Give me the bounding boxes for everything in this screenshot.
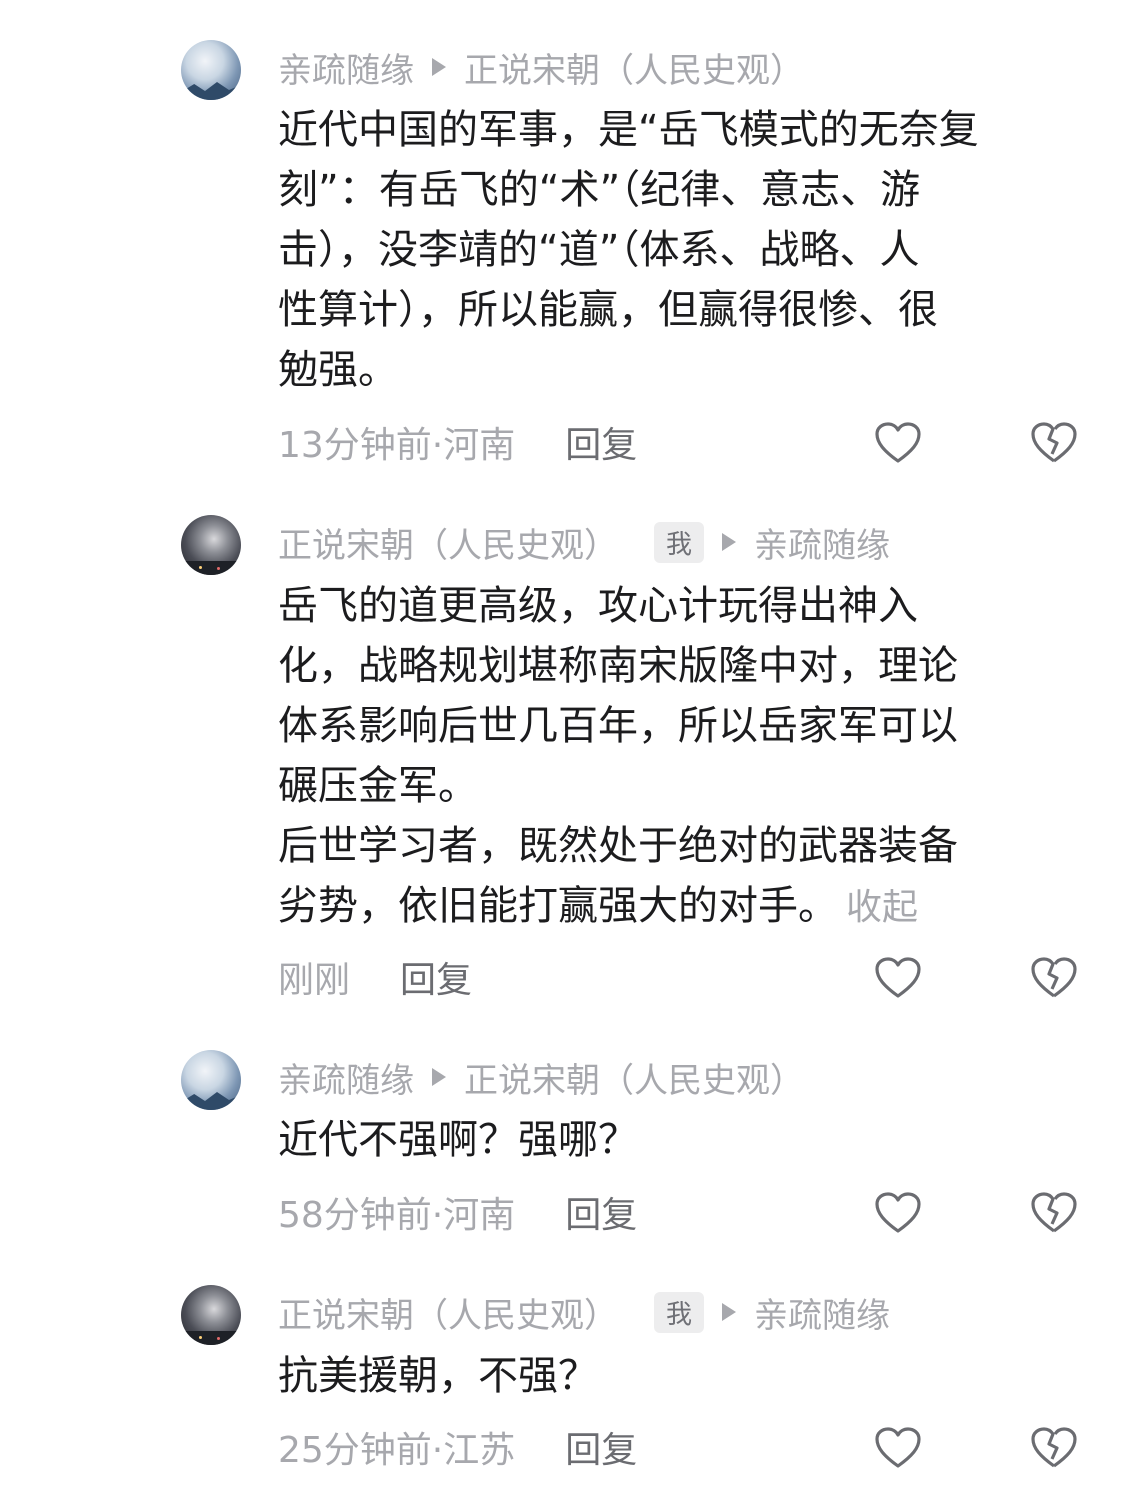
avatar[interactable] [181, 1285, 241, 1345]
comment-line: 近代中国的军事，是“岳飞模式的无奈复 [278, 107, 979, 153]
comment-line-last: 劣势，依旧能打赢强大的对手。 收起 [278, 876, 1078, 938]
comment-line: 性算计），所以能赢，但赢得很惨、很 [278, 287, 938, 333]
heart-outline-icon[interactable] [874, 1426, 922, 1470]
comment-line: 近代不强啊？强哪？ [278, 1117, 638, 1163]
comment-header: 亲疏随缘 正说宋朝（人民史观） [278, 42, 804, 92]
author-name[interactable]: 正说宋朝（人民史观） [278, 518, 618, 567]
heart-outline-icon[interactable] [874, 421, 922, 465]
reply-to-name[interactable]: 正说宋朝（人民史观） [464, 1053, 804, 1102]
reply-button[interactable]: 回复 [565, 416, 637, 468]
play-triangle-icon [722, 533, 737, 551]
reply-button[interactable]: 回复 [565, 1186, 637, 1238]
comment-line: 体系影响后世几百年，所以岳家军可以 [278, 703, 958, 749]
broken-heart-icon[interactable] [1030, 956, 1078, 1000]
time-location: 刚刚 [278, 960, 351, 1001]
reply-to-name[interactable]: 亲疏随缘 [754, 518, 890, 567]
comment-line: 劣势，依旧能打赢强大的对手。 [278, 883, 838, 929]
avatar[interactable] [181, 515, 241, 575]
reply-button[interactable]: 回复 [565, 1421, 637, 1473]
author-name[interactable]: 正说宋朝（人民史观） [278, 1288, 618, 1337]
comment-line: 碾压金军。 [278, 763, 478, 809]
comment-line: 抗美援朝，不强？ [278, 1353, 598, 1399]
comment-line: 刻”：有岳飞的“术”（纪律、意志、游 [278, 167, 921, 213]
broken-heart-icon[interactable] [1030, 1426, 1078, 1470]
comment-header: 正说宋朝（人民史观） 我 亲疏随缘 [278, 517, 890, 567]
play-triangle-icon [722, 1303, 737, 1321]
comment-meta: 刚刚 回复 [278, 952, 472, 1002]
time-location: 58分钟前·河南 [278, 1195, 516, 1236]
me-badge: 我 [654, 521, 705, 563]
broken-heart-icon[interactable] [1030, 1191, 1078, 1235]
reply-button[interactable]: 回复 [400, 951, 472, 1003]
comment-meta: 25分钟前·江苏 回复 [278, 1422, 637, 1472]
comment-text: 近代不强啊？强哪？ [278, 1110, 1078, 1170]
comment-header: 亲疏随缘 正说宋朝（人民史观） [278, 1052, 804, 1102]
avatar[interactable] [181, 1050, 241, 1110]
time-location: 13分钟前·河南 [278, 425, 516, 466]
comment-line: 岳飞的道更高级，攻心计玩得出神入 [278, 583, 918, 629]
comment-meta: 13分钟前·河南 回复 [278, 417, 637, 467]
author-name[interactable]: 亲疏随缘 [278, 43, 414, 92]
heart-outline-icon[interactable] [874, 1191, 922, 1235]
comment-line: 化，战略规划堪称南宋版隆中对，理论 [278, 643, 958, 689]
reply-to-name[interactable]: 正说宋朝（人民史观） [464, 43, 804, 92]
broken-heart-icon[interactable] [1030, 421, 1078, 465]
author-name[interactable]: 亲疏随缘 [278, 1053, 414, 1102]
avatar[interactable] [181, 40, 241, 100]
collapse-button[interactable]: 收起 [846, 887, 918, 928]
play-triangle-icon [432, 1068, 446, 1086]
me-badge: 我 [654, 1291, 705, 1333]
play-triangle-icon [432, 58, 446, 76]
comment-line: 后世学习者，既然处于绝对的武器装备 [278, 823, 958, 869]
comment-line: 击），没李靖的“道”（体系、战略、人 [278, 227, 920, 273]
comment-line: 勉强。 [278, 347, 398, 393]
time-location: 25分钟前·江苏 [278, 1430, 516, 1471]
comment-text: 抗美援朝，不强？ [278, 1346, 1078, 1406]
comment-meta: 58分钟前·河南 回复 [278, 1187, 637, 1237]
comment-header: 正说宋朝（人民史观） 我 亲疏随缘 [278, 1287, 890, 1337]
comment-text: 岳飞的道更高级，攻心计玩得出神入 化，战略规划堪称南宋版隆中对，理论 体系影响后… [278, 576, 1078, 938]
heart-outline-icon[interactable] [874, 956, 922, 1000]
reply-to-name[interactable]: 亲疏随缘 [754, 1288, 890, 1337]
comment-text: 近代中国的军事，是“岳飞模式的无奈复 刻”：有岳飞的“术”（纪律、意志、游 击）… [278, 100, 1078, 400]
